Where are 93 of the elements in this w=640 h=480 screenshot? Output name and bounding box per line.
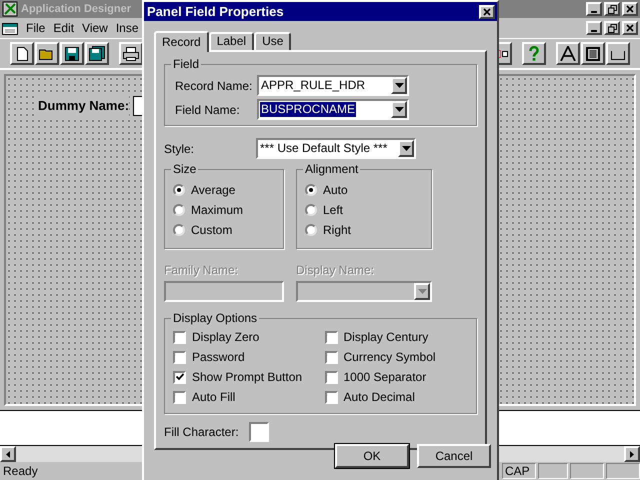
checkbox[interactable] [173,390,186,404]
status-text: Ready [3,463,38,480]
restore-icon [608,4,616,14]
combo-box[interactable]: BUSPROCNAME [257,99,409,120]
caret-icon [402,146,410,152]
radio-button[interactable] [173,224,185,236]
checkbox[interactable] [324,370,338,384]
field-label: Family Name: [164,262,240,279]
group-title: Field [171,57,202,71]
field-label: Style: [164,140,196,158]
dropdown-button[interactable] [391,101,407,118]
dialog-title: Panel Field Properties [147,2,284,21]
close-icon [626,24,634,32]
checkbox-label: Password [192,349,245,366]
checkbox[interactable] [324,390,338,404]
left-arrow-icon [6,450,10,458]
checkbox[interactable] [173,350,186,364]
checkbox-label: Auto Decimal [344,389,415,406]
caret-icon [394,82,404,88]
field-label: Display Name: [296,262,376,279]
save-all-icon[interactable] [85,42,109,65]
text-field[interactable] [248,422,269,442]
group-title: Alignment [303,162,360,176]
checkbox-label: Auto Fill [192,389,236,406]
print-icon[interactable] [119,42,143,65]
close-button[interactable] [622,21,638,35]
restore-button[interactable] [604,21,620,35]
menu-item[interactable]: Edit [53,19,74,37]
checkbox-label: Display Century [344,329,428,346]
frame-tool-icon[interactable] [581,42,605,65]
close-button[interactable] [622,2,638,16]
dropdown-button[interactable] [398,140,414,157]
checkbox-label: 1000 Separator [344,369,426,386]
restore-button[interactable] [604,2,620,16]
status-panel [570,463,604,479]
close-button[interactable] [479,4,495,18]
radio-button[interactable] [305,184,317,196]
dropdown-button[interactable] [391,77,407,94]
minimize-button[interactable] [586,21,602,35]
menu-item[interactable]: Inse [116,19,139,37]
field-label: Dummy Name: [38,96,130,116]
text-tool-icon[interactable] [556,42,580,65]
text-field[interactable] [164,281,284,302]
help-icon[interactable] [522,42,546,65]
checkbox-label: Display Zero [192,329,260,346]
dialog-button[interactable]: Cancel [417,444,491,468]
caret-icon [394,106,404,112]
radio-button[interactable] [173,204,185,216]
caret-icon [418,288,426,294]
new-file-icon[interactable] [10,42,34,65]
status-panel [606,463,640,479]
folder-icon[interactable] [35,42,59,65]
status-panel [538,463,568,479]
window-title: Application Designer [21,2,132,17]
field-label: Record Name: [175,78,254,94]
radio-label: Left [323,202,344,219]
menu-item[interactable]: View [82,19,108,37]
checkbox[interactable] [173,330,186,344]
radio-label: Right [323,222,352,239]
combo-box[interactable]: *** Use Default Style *** [256,138,416,159]
checkbox[interactable] [173,370,186,384]
radio-button[interactable] [305,224,317,236]
minimize-button[interactable] [586,2,602,16]
field-label: Fill Character: [164,424,239,441]
tab[interactable]: Label [208,32,254,50]
tab[interactable]: Use [254,32,292,50]
checkbox[interactable] [324,330,338,344]
group-box-icon[interactable] [606,42,630,65]
document-icon [2,21,18,35]
combo-box[interactable] [296,281,432,302]
group-title: Display Options [171,311,260,325]
dropdown-button[interactable] [414,283,430,300]
radio-label: Maximum [191,202,244,219]
checkbox-label: Currency Symbol [344,349,436,366]
group-title: Size [171,162,198,176]
combo-box[interactable]: APPR_RULE_HDR [257,75,409,96]
close-icon [626,5,634,13]
save-icon[interactable] [60,42,84,65]
status-indicator: CAP [502,463,536,479]
radio-label: Average [191,182,236,199]
close-icon [483,8,491,16]
radio-label: Auto [323,182,348,199]
checkbox-label: Show Prompt Button [192,369,302,386]
tab[interactable]: Record [154,31,209,52]
radio-button[interactable] [173,184,185,196]
radio-label: Custom [191,222,232,239]
checkbox[interactable] [324,350,338,364]
restore-icon [608,24,616,32]
menu-item[interactable]: File [26,19,46,37]
right-arrow-icon [630,450,634,458]
field-label: Field Name: [175,102,241,118]
radio-button[interactable] [305,204,317,216]
dialog-button[interactable]: OK [335,444,409,468]
